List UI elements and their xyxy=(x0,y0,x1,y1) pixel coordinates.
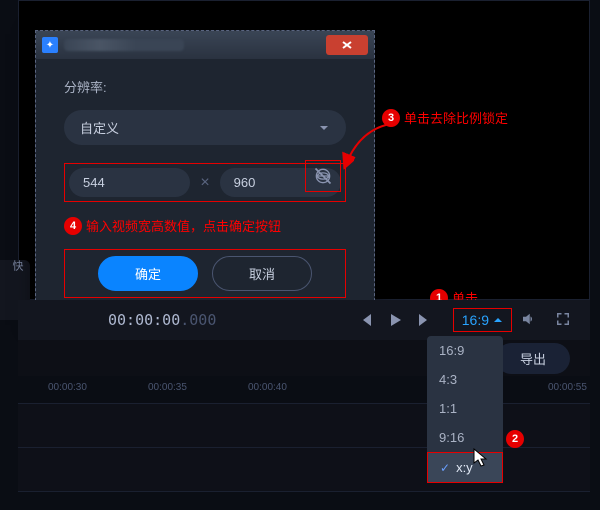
badge-2: 2 xyxy=(506,430,524,448)
ratio-option-16-9[interactable]: 16:9 xyxy=(427,336,503,365)
preset-value: 自定义 xyxy=(80,118,119,137)
times-icon: × xyxy=(200,174,209,192)
annotation-3-text: 单击去除比例锁定 xyxy=(404,108,508,127)
resolution-preset-select[interactable]: 自定义 xyxy=(64,110,346,145)
fullscreen-icon[interactable] xyxy=(554,310,572,331)
timeline: 00:00:3000:00:3500:00:4000:00:5000:00:55 xyxy=(18,376,590,496)
annotation-4-text: 输入视频宽高数值，点击确定按钮 xyxy=(86,216,281,235)
ruler-tick: 00:00:35 xyxy=(148,382,187,393)
annotation-3: 3 单击去除比例锁定 xyxy=(382,108,508,127)
playback-toolbar: 00:00:00.000 16:9 xyxy=(18,300,590,340)
app-logo-icon: ✦ xyxy=(42,37,58,53)
mouse-cursor xyxy=(473,448,489,471)
export-bar: 导出 xyxy=(18,340,590,376)
timeline-track-1[interactable] xyxy=(18,404,590,448)
next-frame-icon[interactable] xyxy=(417,312,433,328)
title-blur xyxy=(64,39,184,51)
aspect-lock-toggle[interactable] xyxy=(305,160,341,192)
prev-frame-icon[interactable] xyxy=(357,312,373,328)
timecode: 00:00:00.000 xyxy=(108,311,216,329)
ruler-tick: 00:00:30 xyxy=(48,382,87,393)
ratio-option-9-16[interactable]: 9:16 xyxy=(427,423,503,452)
width-input[interactable] xyxy=(69,168,190,197)
annotation-4: 4 输入视频宽高数值，点击确定按钮 xyxy=(64,216,346,235)
arrow-3 xyxy=(340,120,400,170)
ratio-option-1-1[interactable]: 1:1 xyxy=(427,394,503,423)
timeline-ruler[interactable]: 00:00:3000:00:3500:00:4000:00:5000:00:55 xyxy=(18,376,590,404)
transport-controls xyxy=(357,312,433,328)
check-icon: ✓ xyxy=(440,461,450,475)
close-button[interactable] xyxy=(326,35,368,55)
size-inputs-group: × xyxy=(64,163,346,202)
ruler-tick: 00:00:55 xyxy=(548,382,587,393)
play-icon[interactable] xyxy=(387,312,403,328)
aspect-ratio-menu: 16:94:31:19:16✓x:y xyxy=(427,336,503,483)
chevron-down-icon xyxy=(318,122,330,134)
dialog-buttons: 确定 取消 xyxy=(64,249,346,298)
badge-4: 4 xyxy=(64,217,82,235)
aspect-ratio-button[interactable]: 16:9 xyxy=(453,308,512,332)
ok-button[interactable]: 确定 xyxy=(98,256,198,291)
ratio-value: 16:9 xyxy=(462,312,489,328)
volume-icon[interactable] xyxy=(520,310,538,331)
chevron-up-icon xyxy=(493,315,503,325)
timeline-track-2[interactable] xyxy=(18,448,590,492)
unlink-icon xyxy=(313,166,333,186)
cancel-button[interactable]: 取消 xyxy=(212,256,312,291)
ruler-tick: 00:00:40 xyxy=(248,382,287,393)
resolution-label: 分辨率: xyxy=(64,77,346,96)
dialog-titlebar: ✦ xyxy=(36,31,374,59)
ratio-option-4-3[interactable]: 4:3 xyxy=(427,365,503,394)
export-button[interactable]: 导出 xyxy=(496,343,570,374)
ratio-option-x-y[interactable]: ✓x:y xyxy=(427,452,503,483)
